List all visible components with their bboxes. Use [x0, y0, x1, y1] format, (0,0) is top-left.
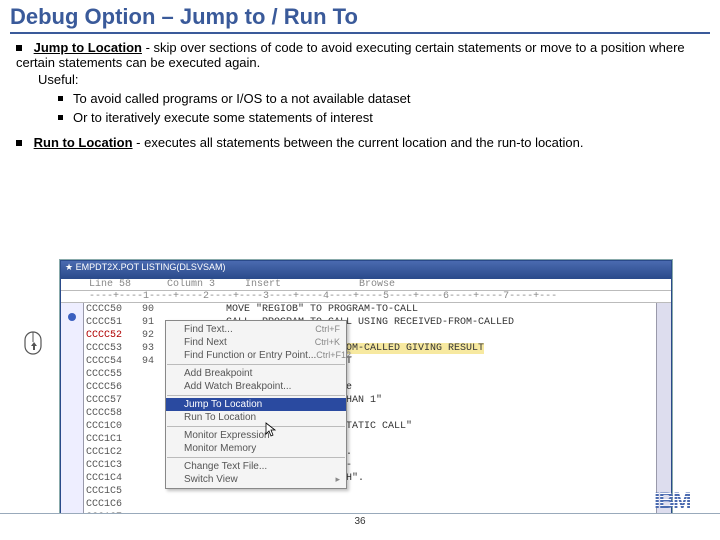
subbullet-1: To avoid called programs or I/OS to a no… [58, 91, 710, 106]
editor-window: ★ EMPDT2X.POT LISTING(DLSVSAM) Line 58 C… [60, 260, 672, 525]
bullet-jump: Jump to Location - skip over sections of… [10, 40, 710, 70]
menu-separator [167, 364, 345, 365]
menu-separator [167, 426, 345, 427]
menu-item[interactable]: Run To Location [166, 411, 346, 424]
menu-item[interactable]: Jump To Location [166, 398, 346, 411]
bullet-run: Run to Location - executes all statement… [10, 135, 710, 150]
jump-heading: Jump to Location [34, 40, 142, 55]
subbullet-1-text: To avoid called programs or I/OS to a no… [73, 91, 410, 106]
useful-label: Useful: [38, 72, 710, 87]
status-ruler: Line 58 Column 3 Insert Browse [61, 279, 671, 291]
cursor-icon [265, 422, 277, 438]
bullet-square-icon [16, 45, 22, 51]
breakpoint-gutter[interactable] [61, 303, 84, 524]
mouse-icon [22, 328, 44, 358]
menu-item[interactable]: Monitor Expression [166, 429, 346, 442]
subbullet-2: Or to iteratively execute some statement… [58, 110, 710, 125]
menu-item[interactable]: Monitor Memory [166, 442, 346, 455]
menu-item[interactable]: Add Watch Breakpoint... [166, 380, 346, 393]
bullet-square-icon [16, 140, 22, 146]
run-text: - executes all statements between the cu… [133, 135, 584, 150]
column-ruler: ----+----1----+----2----+----3----+----4… [61, 291, 671, 303]
screenshot: ★ EMPDT2X.POT LISTING(DLSVSAM) Line 58 C… [60, 260, 680, 520]
breakpoint-icon[interactable] [68, 313, 76, 321]
menu-item[interactable]: Find Function or Entry Point...Ctrl+F12 [166, 349, 346, 362]
menu-separator [167, 395, 345, 396]
menu-item[interactable]: Find NextCtrl+K [166, 336, 346, 349]
menu-separator [167, 457, 345, 458]
menu-item[interactable]: Switch View▸ [166, 473, 346, 486]
menu-item[interactable]: Add Breakpoint [166, 367, 346, 380]
menu-item[interactable]: Change Text File... [166, 460, 346, 473]
sequence-column: CCCC50CCCC51CCCC52CCCC53CCCC54CCCC55CCCC… [84, 303, 142, 524]
run-heading: Run to Location [34, 135, 133, 150]
footer: 36 [0, 513, 720, 540]
context-menu[interactable]: Find Text...Ctrl+FFind NextCtrl+KFind Fu… [165, 320, 347, 489]
bullet-square-icon [58, 96, 63, 101]
window-titlebar: ★ EMPDT2X.POT LISTING(DLSVSAM) [61, 261, 671, 279]
window-title-text: EMPDT2X.POT LISTING(DLSVSAM) [76, 262, 226, 272]
subbullet-2-text: Or to iteratively execute some statement… [73, 110, 373, 125]
menu-item[interactable]: Find Text...Ctrl+F [166, 323, 346, 336]
ibm-logo: IBM [654, 488, 690, 514]
slide-title: Debug Option – Jump to / Run To [10, 4, 710, 34]
code-area[interactable]: CCCC50CCCC51CCCC52CCCC53CCCC54CCCC55CCCC… [61, 303, 671, 524]
page-number: 36 [354, 516, 365, 527]
bullet-square-icon [58, 115, 63, 120]
